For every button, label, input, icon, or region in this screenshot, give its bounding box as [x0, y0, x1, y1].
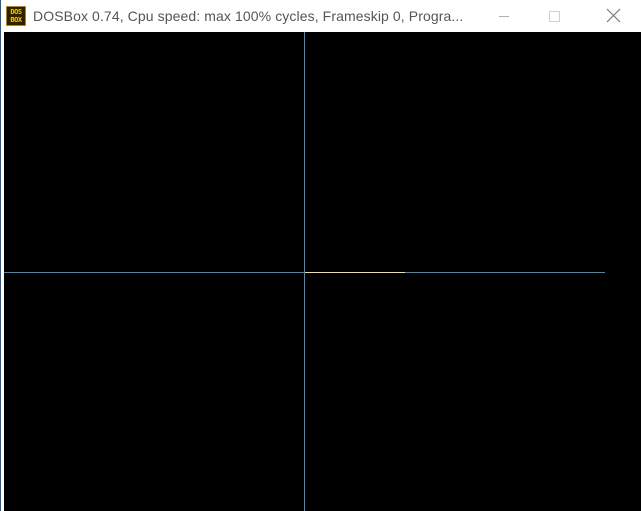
title-bar[interactable]: DOS BOX DOSBox 0.74, Cpu speed: max 100%… [1, 0, 641, 32]
app-icon-text-bottom: BOX [10, 16, 22, 24]
maximize-button[interactable] [528, 0, 574, 32]
minimize-button[interactable] [482, 0, 528, 32]
close-button[interactable] [591, 0, 637, 32]
dos-screen[interactable] [4, 32, 641, 511]
yellow-trace-line [305, 272, 405, 273]
close-icon [606, 8, 621, 23]
minimize-icon [499, 16, 509, 17]
maximize-icon [549, 11, 560, 22]
app-icon-text-top: DOS [10, 8, 22, 16]
window-title: DOSBox 0.74, Cpu speed: max 100% cycles,… [33, 8, 464, 24]
dosbox-app-icon[interactable]: DOS BOX [6, 6, 26, 26]
dosbox-window: DOS BOX DOSBox 0.74, Cpu speed: max 100%… [0, 0, 641, 511]
